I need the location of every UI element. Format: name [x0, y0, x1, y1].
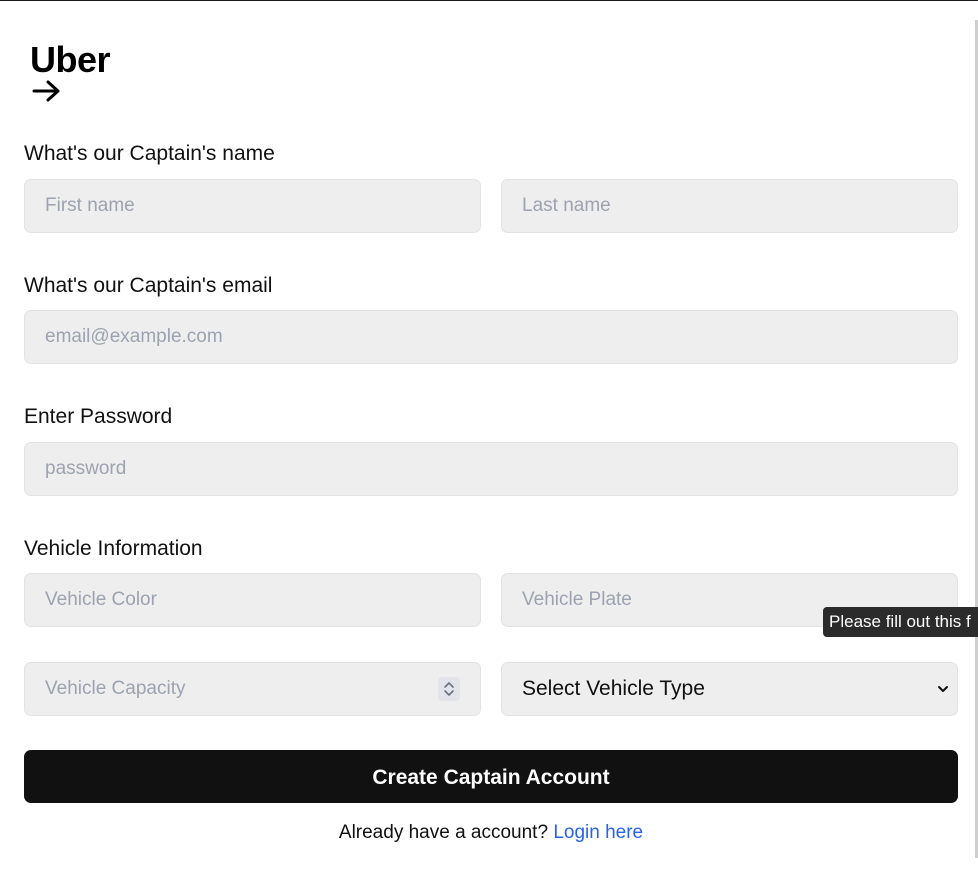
- login-prompt-text: Already have a account?: [338, 822, 549, 843]
- password-input[interactable]: [24, 442, 958, 496]
- uber-logo[interactable]: Uber: [30, 40, 150, 106]
- validation-tooltip: Please fill out this f: [823, 607, 978, 637]
- arrow-right-icon: [32, 80, 60, 102]
- login-link[interactable]: Login here: [553, 822, 643, 843]
- vehicle-color-input[interactable]: [24, 573, 481, 627]
- window-top-border: [0, 0, 978, 1]
- chevron-down-icon: [938, 686, 948, 692]
- password-label: Enter Password: [24, 405, 173, 428]
- name-label: What's our Captain's name: [24, 142, 275, 165]
- first-name-input[interactable]: [24, 179, 481, 233]
- email-label: What's our Captain's email: [24, 274, 273, 297]
- vehicle-capacity-input[interactable]: [24, 662, 481, 716]
- login-prompt: Already have a account? Login here: [0, 822, 978, 844]
- last-name-input[interactable]: [501, 179, 958, 233]
- logo-text: Uber: [30, 39, 111, 80]
- email-input[interactable]: [24, 310, 958, 364]
- number-spinner-icon[interactable]: [438, 677, 460, 701]
- vehicle-type-selected-value: Select Vehicle Type: [522, 677, 705, 700]
- create-captain-account-button[interactable]: Create Captain Account: [24, 750, 958, 803]
- vehicle-info-label: Vehicle Information: [24, 537, 203, 560]
- vehicle-type-select[interactable]: Select Vehicle Type: [501, 662, 958, 716]
